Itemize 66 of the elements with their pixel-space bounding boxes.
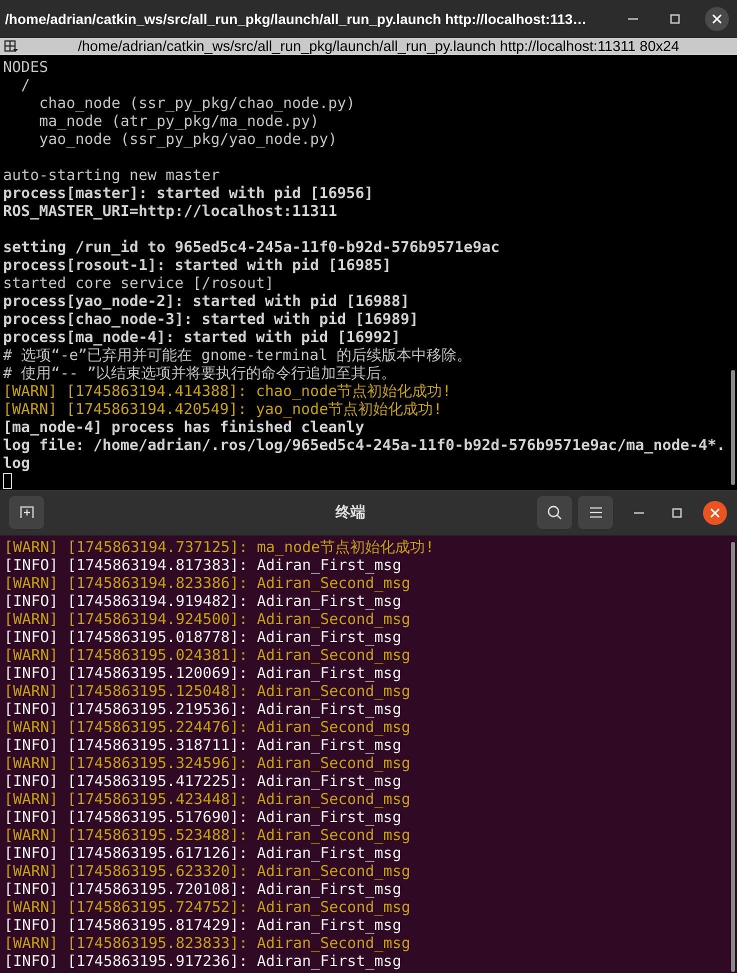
warning-line: [WARN] [1745863194.414388]: chao_node节点初始化成功! <box>3 382 452 400</box>
terminal-line: setting /run_id to 965ed5c4-245a-11f0-b92d-576b9571e9ac <box>3 238 501 256</box>
warning-line: [WARN] [1745863195.523488]: Adiran_Second_msg <box>4 826 412 844</box>
minimize-icon <box>628 18 638 20</box>
cursor-icon <box>3 473 12 489</box>
search-button[interactable] <box>537 496 572 529</box>
terminal-line: yao_node (ssr_py_pkg/yao_node.py) <box>38 130 338 148</box>
terminal-line: started core service [/rosout] <box>3 274 275 292</box>
terminal-line: process[chao_node-3]: started with pid [16989] <box>3 310 420 328</box>
new-tab-icon <box>20 506 34 519</box>
warning-line: [WARN] [1745863195.823833]: Adiran_Second_msg <box>4 934 412 952</box>
info-line: [INFO] [1745863195.219536]: Adiran_First_msg <box>4 700 402 718</box>
terminal-line: process[rosout-1]: started with pid [16985] <box>3 256 392 274</box>
terminal-line: / <box>20 76 32 94</box>
terminal-line: NODES <box>3 58 50 76</box>
info-line: [INFO] [1745863195.517690]: Adiran_First_msg <box>4 808 402 826</box>
info-line: [INFO] [1745863195.318711]: Adiran_First_msg <box>4 736 402 754</box>
info-line: [INFO] [1745863195.917236]: Adiran_First_msg <box>4 952 402 970</box>
close-button[interactable] <box>703 500 727 524</box>
warning-line: [WARN] [1745863194.737125]: ma_node节点初始化成功! <box>4 538 436 556</box>
window-subtitle: /home/adrian/catkin_ws/src/all_run_pkg/launch/all_run_py.launch http://localhost:11311 80x24 <box>76 38 680 54</box>
warning-line: [WARN] [1745863195.224476]: Adiran_Second_msg <box>4 718 412 736</box>
warning-line: [WARN] [1745863195.623320]: Adiran_Second_msg <box>4 862 412 880</box>
terminal-line: process[master]: started with pid [16956] <box>3 184 374 202</box>
menu-icon <box>590 507 602 518</box>
info-line: [INFO] [1745863195.617126]: Adiran_First_msg <box>4 844 402 862</box>
info-line: [INFO] [1745863194.919482]: Adiran_First_msg <box>4 592 402 610</box>
maximize-icon <box>672 508 682 518</box>
menu-grid-icon[interactable] <box>4 40 18 53</box>
close-icon <box>710 508 720 518</box>
scrollbar[interactable] <box>731 370 735 485</box>
close-button[interactable] <box>705 7 729 31</box>
terminal-line: ROS_MASTER_URI=http://localhost:11311 <box>3 202 338 220</box>
info-line: [INFO] [1745863194.817383]: Adiran_First_msg <box>4 556 402 574</box>
terminal-line: ma_node (atr_py_pkg/ma_node.py) <box>38 112 320 130</box>
terminal-line: log file: /home/adrian/.ros/log/965ed5c4-245a-11f0-b92d-576b9571e9ac/ma_node-4*. <box>3 436 726 454</box>
search-icon <box>547 505 562 520</box>
scrollbar[interactable] <box>731 542 735 972</box>
terminal-line: process[yao_node-2]: started with pid [16988] <box>3 292 410 310</box>
warning-line: [WARN] [1745863195.324596]: Adiran_Second_msg <box>4 754 412 772</box>
window-title: 终端 <box>334 503 366 522</box>
info-line: [INFO] [1745863195.120069]: Adiran_First_msg <box>4 664 402 682</box>
warning-line: [WARN] [1745863194.823386]: Adiran_Second_msg <box>4 574 412 592</box>
terminal-line: # 选项“-e”已弃用并可能在 gnome-terminal 的后续版本中移除。 <box>3 346 473 364</box>
warning-line: [WARN] [1745863195.724752]: Adiran_Second_msg <box>4 898 412 916</box>
minimize-icon <box>634 512 644 514</box>
warning-line: [WARN] [1745863195.423448]: Adiran_Second_msg <box>4 790 412 808</box>
new-tab-button[interactable] <box>9 496 44 529</box>
info-line: [INFO] [1745863195.720108]: Adiran_First_msg <box>4 880 402 898</box>
close-icon <box>712 14 722 24</box>
info-line: [INFO] [1745863195.018778]: Adiran_First_msg <box>4 628 402 646</box>
warning-line: [WARN] [1745863195.024381]: Adiran_Second_msg <box>4 646 412 664</box>
terminal-line: [ma_node-4] process has finished cleanly <box>3 418 366 436</box>
maximize-icon <box>670 14 680 24</box>
terminal-line: # 使用“-- ”以结束选项并将要执行的命令行追加至其后。 <box>3 364 398 382</box>
info-line: [INFO] [1745863195.817429]: Adiran_First_msg <box>4 916 402 934</box>
terminal-line: log <box>3 454 32 472</box>
terminal-line: process[ma_node-4]: started with pid [16992] <box>3 328 402 346</box>
window-title: /home/adrian/catkin_ws/src/all_run_pkg/launch/all_run_py.launch http://localhost:113… <box>5 11 588 27</box>
warning-line: [WARN] [1745863194.924500]: Adiran_Second_msg <box>4 610 412 628</box>
info-line: [INFO] [1745863195.417225]: Adiran_First_msg <box>4 772 402 790</box>
warning-line: [WARN] [1745863194.420549]: yao_node节点初始化成功! <box>3 400 444 418</box>
menu-button[interactable] <box>578 496 613 529</box>
terminal-line: chao_node (ssr_py_pkg/chao_node.py) <box>38 94 356 112</box>
terminal-line: auto-starting new master <box>3 166 221 184</box>
warning-line: [WARN] [1745863195.125048]: Adiran_Second_msg <box>4 682 412 700</box>
